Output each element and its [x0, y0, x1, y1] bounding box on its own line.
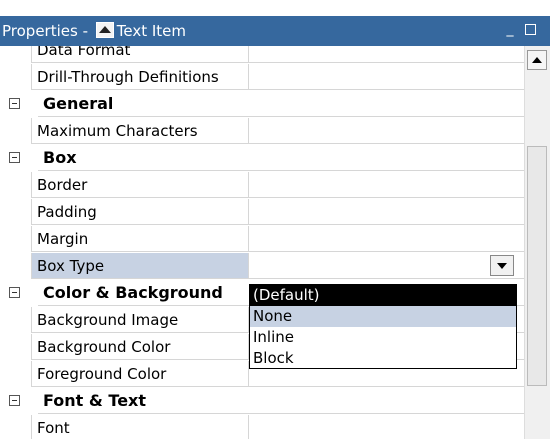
window-title: Properties - Text Item — [2, 22, 186, 40]
property-value[interactable] — [248, 253, 524, 279]
property-row[interactable]: Padding — [0, 199, 524, 226]
property-name: Drill-Through Definitions — [31, 64, 248, 90]
property-value — [248, 388, 524, 414]
property-value — [248, 91, 524, 117]
category-row[interactable]: General — [0, 91, 524, 118]
property-row[interactable]: Drill-Through Definitions — [0, 64, 524, 91]
category-row[interactable]: Font & Text — [0, 388, 524, 415]
box-type-dropdown-list[interactable]: (Default) None Inline Block — [249, 284, 517, 369]
property-name: Background Image — [31, 307, 248, 333]
collapse-icon[interactable] — [9, 287, 20, 298]
property-name: Border — [31, 172, 248, 198]
property-row[interactable]: Margin — [0, 226, 524, 253]
property-name: Font — [31, 415, 248, 439]
scroll-thumb[interactable] — [527, 146, 547, 386]
property-row[interactable]: Border — [0, 172, 524, 199]
property-value[interactable] — [248, 118, 524, 144]
property-name: Data Format — [31, 46, 248, 63]
window-titlebar: Properties - Text Item _ — [0, 16, 550, 46]
property-name: Box Type — [31, 253, 248, 279]
row-gutter — [0, 46, 30, 64]
property-value[interactable] — [248, 199, 524, 225]
row-gutter — [0, 307, 30, 334]
property-row[interactable]: Box Type — [0, 253, 524, 280]
collapse-icon[interactable] — [9, 152, 20, 163]
collapse-icon[interactable] — [9, 395, 20, 406]
text-item-icon — [95, 22, 114, 38]
property-grid: Data Format Drill-Through Definitions Gene… — [0, 46, 524, 439]
property-name: Margin — [31, 226, 248, 252]
property-value[interactable] — [248, 64, 524, 90]
property-row[interactable]: Data Format — [0, 46, 524, 64]
dropdown-option[interactable]: (Default) — [250, 285, 516, 306]
property-value[interactable] — [248, 46, 524, 63]
category-label: Color & Background — [38, 280, 255, 306]
category-label: Font & Text — [38, 388, 255, 414]
property-name: Background Color — [31, 334, 248, 360]
property-name: Padding — [31, 199, 248, 225]
property-value[interactable] — [248, 172, 524, 198]
category-row[interactable]: Box — [0, 145, 524, 172]
dropdown-option[interactable]: Inline — [250, 327, 516, 348]
dropdown-option[interactable]: Block — [250, 348, 516, 369]
row-gutter — [0, 118, 30, 145]
dropdown-option[interactable]: None — [250, 306, 516, 327]
title-prefix: Properties - — [2, 22, 93, 40]
property-name: Foreground Color — [31, 361, 248, 387]
row-gutter — [0, 415, 30, 439]
row-gutter — [0, 361, 30, 388]
property-value[interactable] — [248, 226, 524, 252]
property-row[interactable]: Maximum Characters — [0, 118, 524, 145]
property-row[interactable]: Font — [0, 415, 524, 439]
title-item: Text Item — [116, 22, 187, 40]
row-gutter — [0, 91, 30, 118]
row-gutter — [0, 172, 30, 199]
row-gutter — [0, 334, 30, 361]
property-value[interactable] — [248, 415, 524, 439]
category-label: Box — [38, 145, 255, 171]
minimize-button[interactable]: _ — [502, 21, 518, 37]
row-gutter — [0, 226, 30, 253]
row-gutter — [0, 145, 30, 172]
scroll-up-arrow-icon[interactable] — [527, 50, 547, 70]
property-name: Maximum Characters — [31, 118, 248, 144]
vertical-scrollbar[interactable] — [524, 46, 550, 439]
row-gutter — [0, 280, 30, 307]
row-gutter — [0, 64, 30, 91]
row-gutter — [0, 253, 30, 280]
maximize-button[interactable] — [522, 21, 538, 37]
property-value — [248, 145, 524, 171]
collapse-icon[interactable] — [9, 98, 20, 109]
category-label: General — [38, 91, 255, 117]
row-gutter — [0, 388, 30, 415]
row-gutter — [0, 199, 30, 226]
